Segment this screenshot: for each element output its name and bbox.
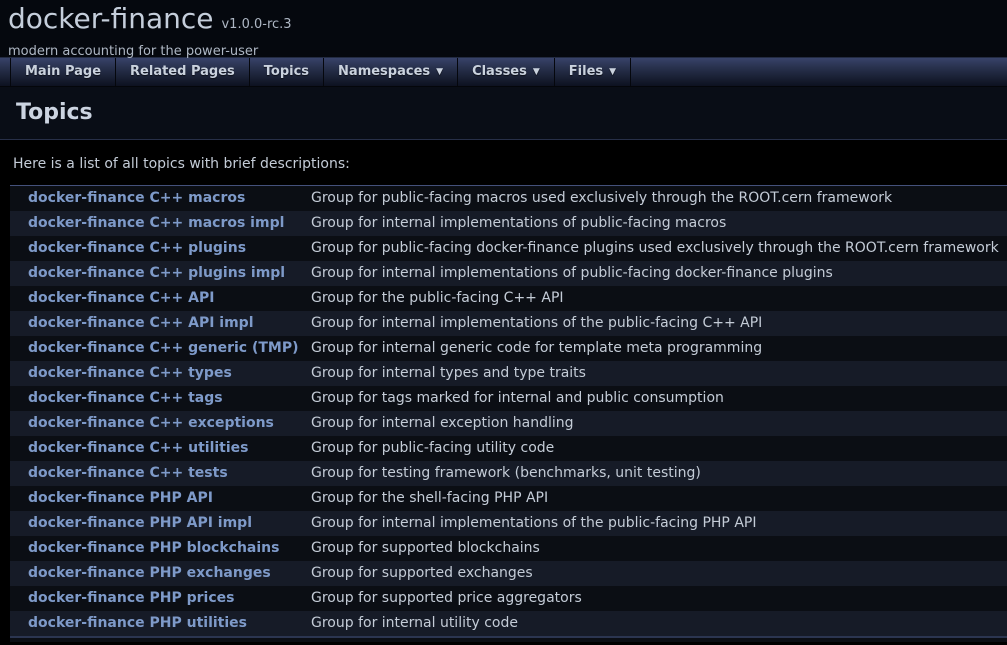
- topic-link[interactable]: docker-finance PHP utilities: [28, 615, 247, 631]
- topic-link[interactable]: docker-finance C++ tags: [28, 390, 223, 406]
- topic-name-cell: docker-finance C++ types: [10, 361, 311, 386]
- topic-name-cell: docker-finance C++ API: [10, 286, 311, 311]
- project-title: docker-finance v1.0.0-rc.3: [8, 2, 1007, 42]
- topic-link[interactable]: docker-finance C++ exceptions: [28, 415, 274, 431]
- topic-name-cell: docker-finance C++ plugins impl: [10, 261, 311, 286]
- topic-link[interactable]: docker-finance PHP API impl: [28, 515, 252, 531]
- topic-name-cell: docker-finance C++ tags: [10, 386, 311, 411]
- tab-namespaces-label: Namespaces: [338, 64, 430, 79]
- topic-link[interactable]: docker-finance C++ macros: [28, 190, 245, 206]
- tab-namespaces[interactable]: Namespaces ▼: [324, 58, 458, 86]
- clipped-next-row: [10, 636, 1007, 642]
- tab-related-pages-label: Related Pages: [130, 64, 235, 79]
- table-row: docker-finance C++ types Group for inter…: [10, 361, 1007, 386]
- topic-link[interactable]: docker-finance PHP exchanges: [28, 565, 271, 581]
- table-row: docker-finance C++ macros impl Group for…: [10, 211, 1007, 236]
- topic-name-cell: docker-finance PHP API: [10, 486, 311, 511]
- table-row: docker-finance PHP blockchains Group for…: [10, 536, 1007, 561]
- topic-description: Group for the shell-facing PHP API: [311, 486, 1007, 511]
- topic-name-cell: docker-finance C++ exceptions: [10, 411, 311, 436]
- chevron-down-icon: ▼: [609, 67, 616, 77]
- topic-link[interactable]: docker-finance C++ macros impl: [28, 215, 284, 231]
- topic-description: Group for internal implementations of th…: [311, 311, 1007, 336]
- topic-link[interactable]: docker-finance PHP prices: [28, 590, 234, 606]
- table-row: docker-finance PHP API impl Group for in…: [10, 511, 1007, 536]
- topic-description: Group for internal utility code: [311, 611, 1007, 636]
- topic-description: Group for supported price aggregators: [311, 586, 1007, 611]
- table-row: docker-finance PHP API Group for the she…: [10, 486, 1007, 511]
- table-row: docker-finance PHP prices Group for supp…: [10, 586, 1007, 611]
- topic-description: Group for the public-facing C++ API: [311, 286, 1007, 311]
- tab-main-page[interactable]: Main Page: [11, 58, 116, 86]
- topic-name-cell: docker-finance PHP utilities: [10, 611, 311, 636]
- topic-description: Group for internal implementations of th…: [311, 511, 1007, 536]
- page-contents: Here is a list of all topics with brief …: [0, 140, 1007, 642]
- topic-description: Group for internal exception handling: [311, 411, 1007, 436]
- table-row: docker-finance C++ tags Group for tags m…: [10, 386, 1007, 411]
- topic-link[interactable]: docker-finance PHP API: [28, 490, 213, 506]
- tab-topics-label: Topics: [264, 64, 309, 79]
- topic-name-cell: docker-finance C++ plugins: [10, 236, 311, 261]
- topic-description: Group for internal generic code for temp…: [311, 336, 1007, 361]
- topic-description: Group for public-facing docker-finance p…: [311, 236, 1007, 261]
- topics-table: docker-finance C++ macros Group for publ…: [10, 185, 1007, 642]
- main-nav-bar: Main Page Related Pages Topics Namespace…: [0, 57, 1007, 87]
- tab-files-label: Files: [569, 64, 603, 79]
- table-row: docker-finance C++ exceptions Group for …: [10, 411, 1007, 436]
- page-header-band: Topics: [0, 87, 1007, 140]
- topic-name-cell: docker-finance PHP prices: [10, 586, 311, 611]
- topic-link[interactable]: docker-finance PHP blockchains: [28, 540, 279, 556]
- topic-link[interactable]: docker-finance C++ generic (TMP): [28, 340, 299, 356]
- chevron-down-icon: ▼: [533, 67, 540, 77]
- topic-name-cell: docker-finance C++ API impl: [10, 311, 311, 336]
- topic-description: Group for internal types and type traits: [311, 361, 1007, 386]
- table-row: docker-finance C++ API impl Group for in…: [10, 311, 1007, 336]
- table-row: docker-finance C++ plugins impl Group fo…: [10, 261, 1007, 286]
- topic-link[interactable]: docker-finance C++ utilities: [28, 440, 249, 456]
- topic-description: Group for tags marked for internal and p…: [311, 386, 1007, 411]
- topic-description: Group for supported blockchains: [311, 536, 1007, 561]
- topic-link[interactable]: docker-finance C++ tests: [28, 465, 228, 481]
- topic-name-cell: docker-finance C++ utilities: [10, 436, 311, 461]
- intro-text: Here is a list of all topics with brief …: [13, 156, 1007, 172]
- tab-main-page-label: Main Page: [25, 64, 101, 79]
- topic-description: Group for internal implementations of pu…: [311, 261, 1007, 286]
- table-row: docker-finance C++ generic (TMP) Group f…: [10, 336, 1007, 361]
- topic-link[interactable]: docker-finance C++ plugins: [28, 240, 246, 256]
- page-title: Topics: [16, 100, 991, 125]
- topic-name-cell: docker-finance PHP blockchains: [10, 536, 311, 561]
- topic-link[interactable]: docker-finance C++ plugins impl: [28, 265, 285, 281]
- topic-link[interactable]: docker-finance C++ API: [28, 290, 214, 306]
- topic-link[interactable]: docker-finance C++ types: [28, 365, 232, 381]
- topic-name-cell: docker-finance PHP exchanges: [10, 561, 311, 586]
- project-name: docker-finance: [8, 2, 213, 35]
- table-row: docker-finance C++ utilities Group for p…: [10, 436, 1007, 461]
- topic-description: Group for supported exchanges: [311, 561, 1007, 586]
- table-row: docker-finance C++ API Group for the pub…: [10, 286, 1007, 311]
- tab-classes-label: Classes: [472, 64, 527, 79]
- tab-classes[interactable]: Classes ▼: [458, 58, 555, 86]
- tab-related-pages[interactable]: Related Pages: [116, 58, 250, 86]
- project-version: v1.0.0-rc.3: [221, 17, 291, 32]
- topic-name-cell: docker-finance C++ macros: [10, 186, 311, 211]
- topic-name-cell: docker-finance PHP API impl: [10, 511, 311, 536]
- table-row: docker-finance C++ macros Group for publ…: [10, 186, 1007, 211]
- topic-name-cell: docker-finance C++ tests: [10, 461, 311, 486]
- topic-name-cell: docker-finance C++ macros impl: [10, 211, 311, 236]
- title-area: docker-financev1.0.0-rc.3 modern account…: [0, 0, 1007, 57]
- topic-description: Group for testing framework (benchmarks,…: [311, 461, 1007, 486]
- table-row: docker-finance PHP exchanges Group for s…: [10, 561, 1007, 586]
- tab-topics[interactable]: Topics: [250, 58, 324, 86]
- table-row: docker-finance PHP utilities Group for i…: [10, 611, 1007, 636]
- topic-description: Group for public-facing utility code: [311, 436, 1007, 461]
- topic-description: Group for public-facing macros used excl…: [311, 186, 1007, 211]
- topic-description: Group for internal implementations of pu…: [311, 211, 1007, 236]
- table-row: docker-finance C++ tests Group for testi…: [10, 461, 1007, 486]
- nav-lead-divider: [0, 58, 11, 86]
- topic-name-cell: docker-finance C++ generic (TMP): [10, 336, 311, 361]
- tab-files[interactable]: Files ▼: [555, 58, 631, 86]
- topic-link[interactable]: docker-finance C++ API impl: [28, 315, 254, 331]
- table-row: docker-finance C++ plugins Group for pub…: [10, 236, 1007, 261]
- chevron-down-icon: ▼: [436, 67, 443, 77]
